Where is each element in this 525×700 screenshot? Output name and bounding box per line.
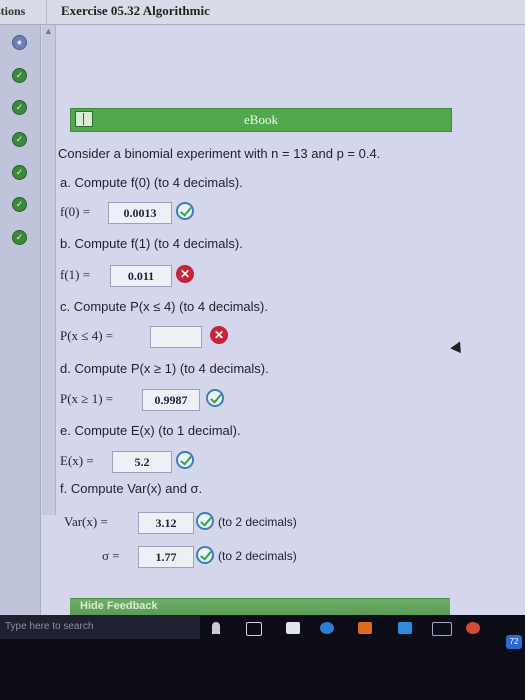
part-a-prompt: a. Compute f(0) (to 4 decimals).: [60, 175, 243, 190]
title-bar: stions Exercise 05.32 Algorithmic: [0, 0, 525, 25]
question-status-rail: ● ✓ ✓ ✓ ✓ ✓ ✓: [0, 25, 41, 615]
part-c-label: P(x ≤ 4) =: [60, 328, 114, 343]
var-input[interactable]: 3.12: [138, 512, 194, 534]
status-dot-completed[interactable]: ✓: [12, 132, 27, 147]
part-c-input[interactable]: [150, 326, 202, 348]
notification-badge[interactable]: 72: [506, 635, 522, 649]
sigma-input[interactable]: 1.77: [138, 546, 194, 568]
part-b-prompt: b. Compute f(1) (to 4 decimals).: [60, 236, 243, 251]
part-d-input[interactable]: 0.9987: [142, 389, 200, 411]
part-a-label: f(0) =: [60, 204, 91, 219]
correct-check-icon: [196, 512, 214, 530]
microphone-icon[interactable]: [212, 622, 220, 634]
scrollbar[interactable]: ▲: [42, 25, 56, 515]
exercise-title: Exercise 05.32 Algorithmic: [46, 0, 210, 24]
hide-feedback-label: Hide Feedback: [80, 600, 158, 612]
correct-check-icon: [206, 389, 224, 407]
part-e-answer-row: E(x) = 5.2: [60, 451, 205, 473]
part-a-input[interactable]: 0.0013: [108, 202, 172, 224]
correct-check-icon: [176, 202, 194, 220]
correct-check-icon: [196, 546, 214, 564]
browser-viewport: stions Exercise 05.32 Algorithmic ● ✓ ✓ …: [0, 0, 525, 615]
part-e-label: E(x) =: [60, 453, 94, 468]
file-explorer-icon[interactable]: [286, 622, 300, 634]
incorrect-x-icon: ✕: [176, 265, 194, 283]
part-f-prompt: f. Compute Var(x) and σ.: [60, 481, 203, 496]
task-view-icon[interactable]: [246, 622, 262, 636]
part-d-answer-row: P(x ≥ 1) = 0.9987: [60, 389, 235, 411]
status-dot-completed[interactable]: ✓: [12, 230, 27, 245]
edge-browser-icon[interactable]: [320, 622, 334, 634]
part-a-answer-row: f(0) = 0.0013: [60, 202, 200, 224]
part-f-sigma-row: σ = 1.77 (to 2 decimals): [60, 546, 320, 568]
incorrect-x-icon: ✕: [210, 326, 228, 344]
ebook-label: eBook: [244, 112, 278, 127]
windows-taskbar: Type here to search 72: [0, 615, 525, 700]
hide-feedback-button[interactable]: Hide Feedback: [70, 598, 450, 615]
problem-intro: Consider a binomial experiment with n = …: [58, 146, 381, 161]
var-label: Var(x) =: [64, 514, 108, 529]
part-c-prompt: c. Compute P(x ≤ 4) (to 4 decimals).: [60, 299, 268, 314]
part-b-input[interactable]: 0.011: [110, 265, 172, 287]
part-d-label: P(x ≥ 1) =: [60, 391, 114, 406]
store-icon[interactable]: [358, 622, 372, 634]
part-b-answer-row: f(1) = 0.011 ✕: [60, 265, 210, 287]
status-dot-completed[interactable]: ✓: [12, 68, 27, 83]
status-dot-completed[interactable]: ✓: [12, 197, 27, 212]
part-e-prompt: e. Compute E(x) (to 1 decimal).: [60, 423, 241, 438]
correct-check-icon: [176, 451, 194, 469]
part-c-answer-row: P(x ≤ 4) = ✕: [60, 326, 235, 348]
part-e-input[interactable]: 5.2: [112, 451, 172, 473]
sigma-precision-note: (to 2 decimals): [218, 549, 297, 563]
taskbar-search-box[interactable]: Type here to search: [0, 615, 200, 639]
app-icon[interactable]: [398, 622, 412, 634]
var-precision-note: (to 2 decimals): [218, 515, 297, 529]
part-f-var-row: Var(x) = 3.12 (to 2 decimals): [60, 512, 320, 534]
scroll-up-arrow-icon[interactable]: ▲: [42, 25, 55, 37]
questions-tab[interactable]: stions: [0, 0, 40, 24]
keyboard-icon[interactable]: [432, 622, 452, 636]
status-dot-current[interactable]: ●: [12, 35, 27, 50]
status-dot-completed[interactable]: ✓: [12, 165, 27, 180]
status-dot-completed[interactable]: ✓: [12, 100, 27, 115]
ebook-button[interactable]: eBook: [70, 108, 452, 132]
chrome-icon[interactable]: [466, 622, 480, 634]
sigma-label: σ =: [102, 548, 120, 563]
part-d-prompt: d. Compute P(x ≥ 1) (to 4 decimals).: [60, 361, 269, 376]
part-b-label: f(1) =: [60, 267, 91, 282]
